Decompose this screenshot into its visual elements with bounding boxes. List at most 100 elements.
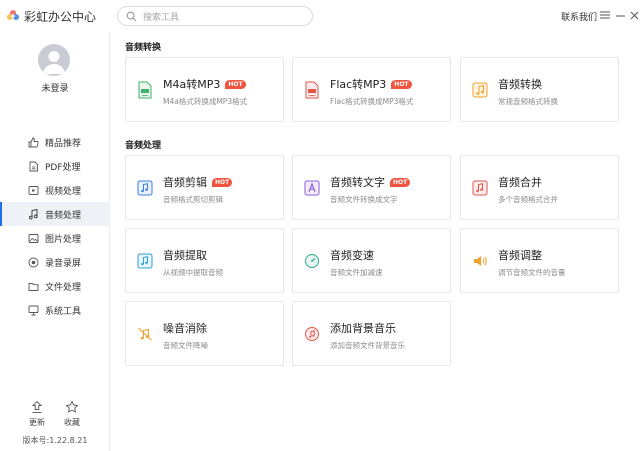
tool-title: 噪音消除 — [163, 322, 207, 335]
tool-description: 音频格式剪切剪辑 — [163, 195, 223, 204]
update-label: 更新 — [29, 418, 45, 427]
menu-button[interactable] — [598, 8, 612, 22]
sidebar-item-record[interactable]: 录音录屏 — [0, 250, 110, 274]
tool-description: 调节音频文件的音量 — [498, 268, 566, 277]
search-icon — [126, 11, 137, 22]
noise-removal-icon — [138, 327, 152, 341]
version-text: 版本号:1.22.8.21 — [22, 436, 88, 445]
tool-title: 音频转文字 — [330, 176, 385, 189]
tool-card-audio-extract[interactable]: 音频提取 从视频中提取音频 — [125, 228, 284, 293]
hot-badge: HOT — [390, 177, 411, 187]
thumbs-up-icon — [27, 136, 39, 148]
tool-title: 添加背景音乐 — [330, 322, 396, 335]
sidebar: 未登录 精品推荐 PDF处理 视频处理 音频处理 图片处理 录音录屏 文件处理 … — [0, 32, 110, 451]
tool-card-audio-merge[interactable]: 音频合并 多个音频格式合并 — [460, 155, 619, 220]
hot-badge: HOT — [391, 79, 412, 89]
user-avatar-icon — [43, 51, 65, 74]
avatar[interactable] — [38, 44, 70, 76]
tool-title: 音频合并 — [498, 176, 542, 189]
search-box[interactable]: 搜索工具 — [117, 6, 313, 26]
sidebar-item-label: 系统工具 — [45, 306, 82, 317]
sidebar-item-audio[interactable]: 音频处理 — [0, 202, 110, 226]
section-title-audio-process: 音频处理 — [125, 141, 162, 151]
sidebar-item-system[interactable]: 系统工具 — [0, 298, 110, 322]
tool-card-audio-adjust[interactable]: 音频调整 调节音频文件的音量 — [460, 228, 619, 293]
m4a-mp3-icon — [138, 81, 152, 99]
tool-title: Flac转MP3 — [330, 78, 387, 91]
audio-speed-icon — [305, 254, 319, 268]
sidebar-item-label: 录音录屏 — [45, 258, 82, 269]
sidebar-item-recommended[interactable]: 精品推荐 — [0, 130, 110, 154]
minimize-icon — [615, 15, 625, 16]
section-title-audio-convert: 音频转换 — [125, 43, 162, 53]
sidebar-nav: 精品推荐 PDF处理 视频处理 音频处理 图片处理 录音录屏 文件处理 系统工具 — [0, 130, 110, 322]
tool-description: 常规音频格式转换 — [498, 97, 558, 106]
music-note-icon — [27, 208, 39, 220]
tool-title: 音频调整 — [498, 249, 542, 262]
app-title: 彩虹办公中心 — [24, 10, 97, 24]
minimize-button[interactable] — [613, 8, 627, 22]
video-icon — [27, 184, 39, 196]
close-button[interactable] — [627, 8, 640, 22]
background-music-icon — [305, 327, 319, 341]
volume-icon — [474, 256, 487, 266]
system-icon — [27, 304, 39, 316]
tool-title: 音频提取 — [163, 249, 207, 262]
tool-card-flac-to-mp3[interactable]: Flac转MP3 HOT Flac格式转换成MP3格式 — [292, 57, 451, 122]
sidebar-item-label: 音频处理 — [45, 210, 82, 221]
sidebar-item-label: 文件处理 — [45, 282, 82, 293]
tool-description: 添加音频文件背景音乐 — [330, 341, 405, 350]
title-bar: 彩虹办公中心 搜索工具 联系我们 — [0, 0, 640, 32]
sidebar-item-label: 精品推荐 — [45, 138, 82, 149]
tool-title: M4a转MP3 — [163, 78, 221, 91]
menu-icon — [600, 11, 610, 19]
tool-card-m4a-to-mp3[interactable]: M4a转MP3 HOT M4a格式转换成MP3格式 — [125, 57, 284, 122]
main-content: 音频转换 M4a转MP3 HOT M4a格式转换成MP3格式 Flac转MP3 HO… — [111, 32, 640, 451]
tool-description: 从视频中提取音频 — [163, 268, 223, 277]
tool-card-audio-speed[interactable]: 音频变速 音频文件加减速 — [292, 228, 451, 293]
update-icon — [31, 400, 43, 413]
sidebar-item-image[interactable]: 图片处理 — [0, 226, 110, 250]
folder-icon — [27, 280, 39, 292]
pdf-icon — [27, 160, 39, 172]
tool-description: 音频文件转换成文字 — [330, 195, 398, 204]
tool-card-noise-removal[interactable]: 噪音消除 音频文件降噪 — [125, 301, 284, 366]
tool-card-audio-cut[interactable]: 音频剪辑 HOT 音频格式剪切剪辑 — [125, 155, 284, 220]
sidebar-item-label: PDF处理 — [45, 162, 81, 173]
login-status[interactable]: 未登录 — [0, 81, 110, 94]
tool-title: 音频变速 — [330, 249, 374, 262]
tool-title: 音频转换 — [498, 78, 542, 91]
tool-card-audio-to-text[interactable]: 音频转文字 HOT 音频文件转换成文字 — [292, 155, 451, 220]
search-input[interactable]: 搜索工具 — [143, 10, 179, 23]
hot-badge: HOT — [212, 177, 233, 187]
record-icon — [27, 256, 39, 268]
close-icon — [630, 11, 638, 19]
sidebar-item-label: 图片处理 — [45, 234, 82, 245]
sidebar-item-video[interactable]: 视频处理 — [0, 178, 110, 202]
audio-cut-icon — [137, 180, 153, 196]
tool-description: 多个音频格式合并 — [498, 195, 558, 204]
image-icon — [27, 232, 39, 244]
audio-merge-icon — [472, 180, 488, 196]
tool-description: 音频文件降噪 — [163, 341, 208, 350]
sidebar-item-pdf[interactable]: PDF处理 — [0, 154, 110, 178]
tool-description: 音频文件加减速 — [330, 268, 383, 277]
audio-to-text-icon — [304, 180, 320, 196]
sidebar-item-label: 视频处理 — [45, 186, 82, 197]
rainbow-logo-icon — [7, 10, 19, 20]
tool-card-audio-convert[interactable]: 音频转换 常规音频格式转换 — [460, 57, 619, 122]
favorite-button[interactable]: 收藏 — [58, 400, 86, 428]
tool-description: Flac格式转换成MP3格式 — [330, 97, 414, 106]
tool-description: M4a格式转换成MP3格式 — [163, 97, 248, 106]
audio-extract-icon — [137, 253, 153, 269]
update-button[interactable]: 更新 — [23, 400, 51, 428]
star-icon — [65, 400, 79, 413]
flac-mp3-icon — [305, 81, 319, 99]
tool-card-background-music[interactable]: 添加背景音乐 添加音频文件背景音乐 — [292, 301, 451, 366]
sidebar-item-file[interactable]: 文件处理 — [0, 274, 110, 298]
contact-us-link[interactable]: 联系我们 — [561, 10, 597, 23]
tool-title: 音频剪辑 — [163, 176, 207, 189]
favorite-label: 收藏 — [64, 418, 80, 427]
hot-badge: HOT — [225, 79, 246, 89]
audio-convert-icon — [472, 82, 488, 98]
